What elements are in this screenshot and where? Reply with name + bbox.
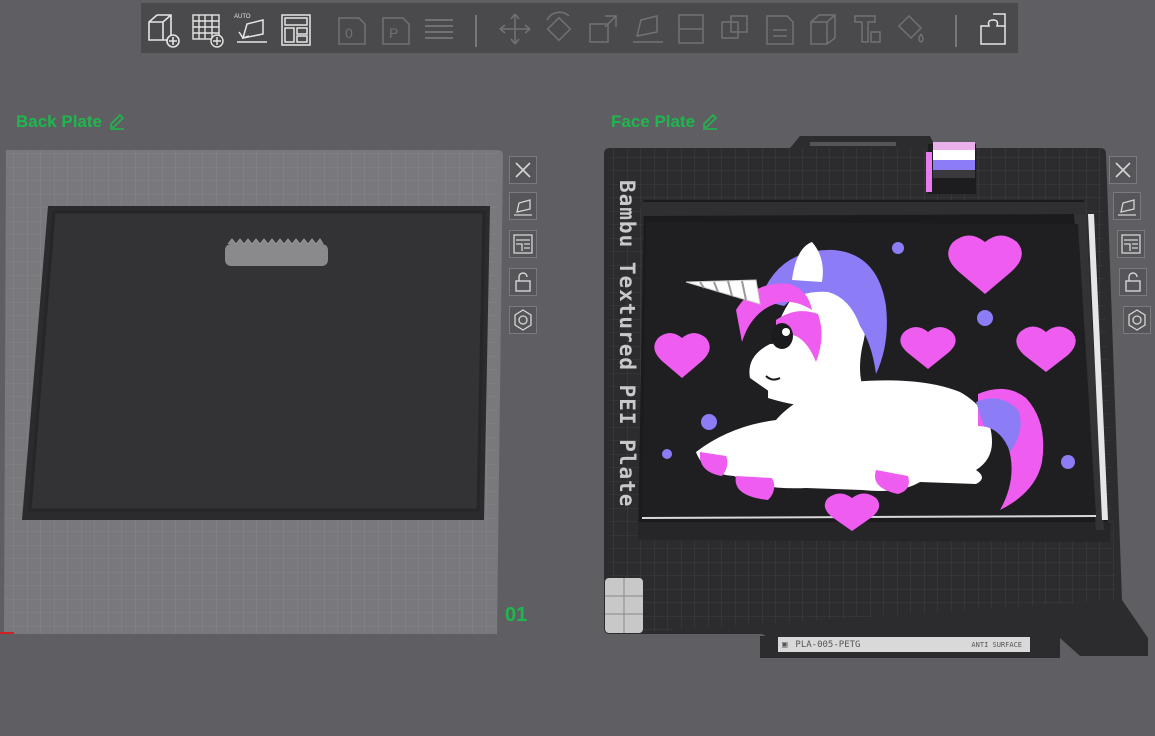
auto-label: AUTO [234,14,251,20]
plate-name: Back Plate [16,112,102,131]
text-icon[interactable] [849,10,885,48]
move-icon[interactable] [497,10,533,48]
back-plate-title[interactable]: Back Plate [16,112,126,132]
auto-orient-icon[interactable]: AUTO [233,10,269,48]
svg-text:0: 0 [345,25,353,41]
filament-swatch [926,142,976,194]
plate-label: PLA-005-PETG [795,639,861,650]
plate-label-strip: ▣ PLA-005-PETG ANTI SURFACE [778,637,1030,652]
plate-name: Face Plate [611,112,696,131]
auto-orient-plate-button[interactable] [1113,192,1141,220]
settings-icon [514,309,532,331]
plate-engraving: Bambu Textured PEI Plate [615,180,639,508]
lock-icon [1125,272,1141,292]
close-plate-button[interactable] [1109,156,1137,184]
edit-icon[interactable] [108,113,126,131]
object-list-p-icon[interactable]: P [377,10,413,48]
close-icon [515,162,531,178]
edit-icon[interactable] [701,113,719,131]
back-plate-model[interactable] [22,206,490,520]
lock-icon [515,272,531,292]
toolbar-separator [475,15,477,47]
support-paint-icon[interactable] [761,10,797,48]
settings-icon [1128,309,1146,331]
lock-plate-button[interactable] [1119,268,1147,296]
main-toolbar: AUTO 0 P [141,3,1018,53]
back-plate-bed[interactable] [0,140,510,640]
arrange-plate-button[interactable] [1117,230,1145,258]
scale-icon[interactable] [585,10,621,48]
face-plate-bed[interactable] [600,130,1155,660]
face-plate-title[interactable]: Face Plate [611,112,719,132]
toolbar-separator [955,15,957,47]
arrange-plate-button[interactable] [509,230,537,258]
face-plate-model[interactable] [638,200,1110,542]
auto-orient-icon [1118,199,1136,216]
lay-on-face-icon[interactable] [629,10,665,48]
arrange-icon [1121,234,1141,254]
plate-settings-button[interactable] [1123,306,1151,334]
close-icon [1115,162,1131,178]
corner-tile [605,578,643,633]
qr-icon: ▣ [782,639,788,650]
origin-axis-marker [0,632,14,634]
layers-icon[interactable] [421,10,457,48]
assembly-view-icon[interactable] [975,10,1011,48]
svg-text:P: P [389,25,398,41]
plate-label-extra: ANTI SURFACE [971,640,1022,649]
mesh-boolean-icon[interactable] [717,10,753,48]
plate-number[interactable]: 01 [505,604,527,627]
object-list-0-icon[interactable]: 0 [333,10,369,48]
color-paint-icon[interactable] [893,10,929,48]
add-grid-icon[interactable] [189,10,225,48]
lock-plate-button[interactable] [509,268,537,296]
auto-orient-icon [514,199,532,216]
arrange-icon [513,234,533,254]
plate-settings-button[interactable] [509,306,537,334]
rotate-icon[interactable] [541,10,577,48]
seam-paint-icon[interactable] [805,10,841,48]
arrange-icon[interactable] [277,10,313,48]
add-cube-icon[interactable] [145,10,181,48]
close-plate-button[interactable] [509,156,537,184]
cut-icon[interactable] [673,10,709,48]
auto-orient-plate-button[interactable] [509,192,537,220]
